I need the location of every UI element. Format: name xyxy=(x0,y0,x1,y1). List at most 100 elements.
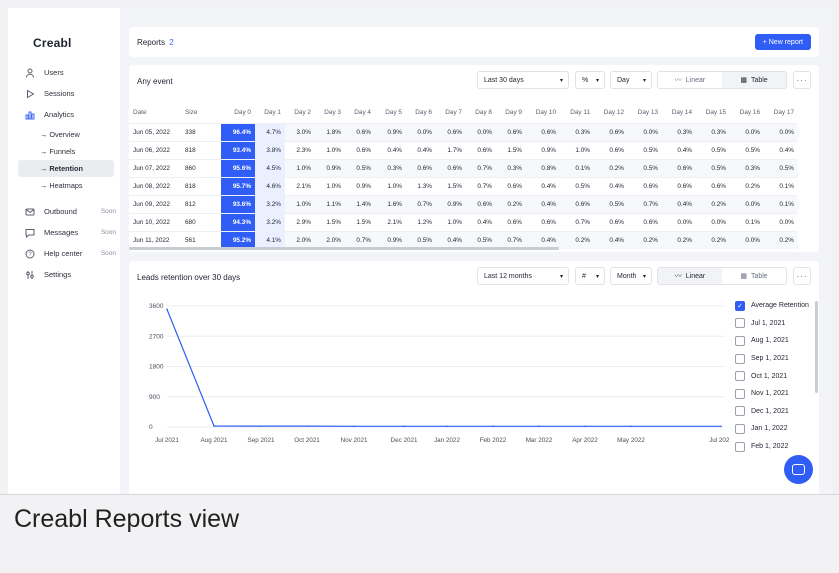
table-cell: 1.8% xyxy=(315,122,345,141)
sidebar-item-label: Messages xyxy=(44,228,79,237)
interval-select[interactable]: Month ▾ xyxy=(610,267,652,285)
sidebar-item-outbound[interactable]: Outbound Soon xyxy=(24,202,122,221)
checkbox[interactable] xyxy=(735,318,745,329)
legend-item[interactable]: Feb 1, 2022 xyxy=(735,438,819,456)
unit-select[interactable]: % ▾ xyxy=(575,71,605,89)
date-range-select[interactable]: Last 12 months ▾ xyxy=(477,267,569,285)
legend-item[interactable]: Jul 1, 2021 xyxy=(735,315,819,333)
table-cell: 0.5% xyxy=(345,158,375,177)
column-header[interactable]: Day 7 xyxy=(436,103,466,123)
table-cell: 0.2% xyxy=(628,230,662,249)
x-tick-label: Aug 2021 xyxy=(201,437,228,444)
legend-item[interactable]: Jan 1, 2022 xyxy=(735,420,819,438)
table-cell: 860 xyxy=(181,158,221,177)
table-cell: 0.5% xyxy=(696,140,730,159)
sidebar-item-analytics[interactable]: Analytics xyxy=(24,105,122,124)
sidebar-subitem-heatmaps[interactable]: → Heatmaps xyxy=(18,177,114,194)
sidebar-item-label: Outbound xyxy=(44,207,77,216)
table-cell: Jun 07, 2022 xyxy=(129,158,181,177)
table-cell: 0.2% xyxy=(560,230,594,249)
legend-scrollbar[interactable] xyxy=(815,301,818,393)
view-linear-button[interactable]: 〰 Linear xyxy=(658,72,722,88)
table-cell: 0.5% xyxy=(730,140,764,159)
checkbox[interactable] xyxy=(735,388,745,399)
sidebar-subitem-funnels[interactable]: → Funnels xyxy=(18,143,114,160)
page-title-text: Reports xyxy=(137,38,166,47)
chevron-down-icon: ▾ xyxy=(595,77,599,84)
table-cell: 95.6% xyxy=(221,158,255,177)
leads-retention-card: Leads retention over 30 days Last 12 mon… xyxy=(129,261,819,494)
column-header[interactable]: Day 3 xyxy=(315,103,345,123)
sidebar-subitem-overview[interactable]: → Overview xyxy=(18,126,114,143)
view-table-button[interactable]: ▦ Table xyxy=(722,72,786,88)
column-header[interactable]: Size xyxy=(181,103,221,123)
horizontal-scrollbar[interactable] xyxy=(129,247,559,250)
checkbox[interactable]: ✓ xyxy=(735,300,745,311)
table-cell: 0.0% xyxy=(730,122,764,141)
column-header[interactable]: Day 9 xyxy=(496,103,526,123)
column-header[interactable]: Day 4 xyxy=(345,103,375,123)
column-header[interactable]: Day 12 xyxy=(594,103,628,123)
table-cell: 93.4% xyxy=(221,140,255,159)
column-header[interactable]: Date xyxy=(129,103,181,123)
view-linear-button[interactable]: 〰 Linear xyxy=(658,268,722,284)
column-header[interactable]: Day 16 xyxy=(730,103,764,123)
more-options-button[interactable]: ··· xyxy=(793,71,811,89)
checkbox[interactable] xyxy=(735,406,745,417)
column-header[interactable]: Day 5 xyxy=(375,103,406,123)
table-cell: 3.2% xyxy=(255,212,285,231)
legend-item[interactable]: Aug 1, 2021 xyxy=(735,332,819,350)
legend-item[interactable]: Sep 1, 2021 xyxy=(735,350,819,368)
checkbox[interactable] xyxy=(735,353,745,364)
checkbox[interactable] xyxy=(735,335,745,346)
column-header[interactable]: Day 14 xyxy=(662,103,696,123)
table-cell: 0.4% xyxy=(764,140,798,159)
legend-item[interactable]: ✓ Average Retention xyxy=(735,297,819,315)
column-header[interactable]: Day 1 xyxy=(255,103,285,123)
table-cell: 0.4% xyxy=(526,176,560,195)
sidebar-subitem-retention[interactable]: → Retention xyxy=(18,160,114,177)
column-header[interactable]: Day 8 xyxy=(466,103,496,123)
unit-select[interactable]: # ▾ xyxy=(575,267,605,285)
column-header[interactable]: Day 0 xyxy=(221,103,255,123)
table-cell: 0.0% xyxy=(628,122,662,141)
mail-icon xyxy=(24,206,36,218)
app-window: Creabl Users Sessions Analytics → Overview →… xyxy=(8,8,831,494)
checkbox[interactable] xyxy=(735,441,745,452)
legend-item[interactable]: Oct 1, 2021 xyxy=(735,367,819,385)
table-cell: 0.5% xyxy=(628,140,662,159)
view-toggle: 〰 Linear ▦ Table xyxy=(657,71,787,89)
table-cell: 0.7% xyxy=(560,212,594,231)
sidebar-item-sessions[interactable]: Sessions xyxy=(24,84,122,103)
checkbox[interactable] xyxy=(735,423,745,434)
column-header[interactable]: Day 13 xyxy=(628,103,662,123)
new-report-button[interactable]: + New report xyxy=(754,34,811,50)
column-header[interactable]: Day 11 xyxy=(560,103,594,123)
table-cell: 0.1% xyxy=(730,212,764,231)
legend-item[interactable]: Nov 1, 2021 xyxy=(735,385,819,403)
checkbox[interactable] xyxy=(735,371,745,382)
legend-item[interactable]: Dec 1, 2021 xyxy=(735,403,819,421)
table-cell: 1.0% xyxy=(285,194,315,213)
unit-value: # xyxy=(582,272,586,280)
chat-launcher-button[interactable] xyxy=(784,455,813,484)
sidebar-item-messages[interactable]: Messages Soon xyxy=(24,223,122,242)
table-cell: 0.1% xyxy=(560,158,594,177)
table-cell: 338 xyxy=(181,122,221,141)
column-header[interactable]: Day 17 xyxy=(764,103,798,123)
sidebar-item-help-center[interactable]: ? Help center Soon xyxy=(24,244,122,263)
sidebar-item-users[interactable]: Users xyxy=(24,63,122,82)
sidebar-item-settings[interactable]: Settings xyxy=(24,265,122,284)
view-table-button[interactable]: ▦ Table xyxy=(722,268,786,284)
interval-select[interactable]: Day ▾ xyxy=(610,71,652,89)
column-header[interactable]: Day 10 xyxy=(526,103,560,123)
x-tick-label: Dec 2021 xyxy=(391,437,418,444)
table-cell: 0.6% xyxy=(406,158,436,177)
column-header[interactable]: Day 6 xyxy=(406,103,436,123)
column-header[interactable]: Day 15 xyxy=(696,103,730,123)
more-options-button[interactable]: ··· xyxy=(793,267,811,285)
date-range-select[interactable]: Last 30 days ▾ xyxy=(477,71,569,89)
table-cell: 0.6% xyxy=(526,122,560,141)
table-cell: 0.4% xyxy=(594,176,628,195)
column-header[interactable]: Day 2 xyxy=(285,103,315,123)
